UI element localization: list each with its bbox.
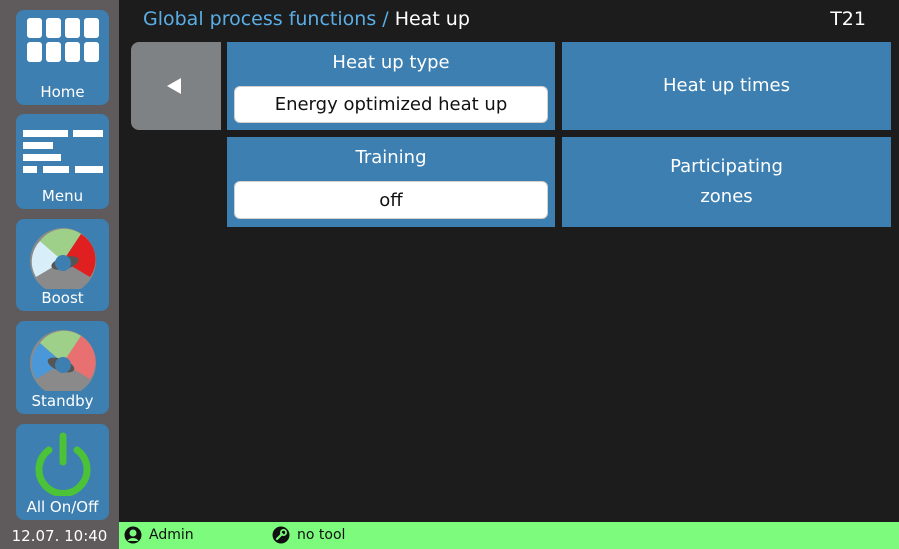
arrow-left-icon	[167, 78, 181, 94]
tile-title: Heat up times	[662, 75, 791, 96]
training-value[interactable]: off	[234, 181, 548, 219]
user-name: Admin	[149, 527, 194, 543]
tile-title-line2: zones	[700, 186, 753, 207]
header: Global process functions / Heat up T21	[119, 0, 899, 38]
sidebar-item-boost[interactable]: Boost	[16, 219, 109, 311]
sidebar-item-label: Boost	[41, 289, 84, 307]
participating-zones-tile[interactable]: Participating zones	[562, 137, 891, 227]
heat-up-type-value[interactable]: Energy optimized heat up	[234, 86, 548, 123]
sidebar-item-label: All On/Off	[26, 498, 99, 516]
menu-icon	[16, 120, 109, 184]
sidebar-item-home[interactable]: Home	[16, 10, 109, 105]
status-bar: 12.07. 10:40 Admin no tool	[0, 522, 899, 549]
standby-gauge-icon	[16, 327, 109, 391]
training-tile[interactable]: Training off	[227, 137, 555, 227]
tool-icon	[272, 526, 290, 544]
sidebar-item-label: Home	[40, 83, 85, 101]
tile-title-line1: Participating	[670, 156, 783, 177]
screen-code: T21	[830, 8, 866, 30]
tool-indicator[interactable]: no tool	[272, 526, 345, 544]
breadcrumb: Global process functions / Heat up	[143, 8, 470, 30]
heat-up-times-tile[interactable]: Heat up times	[562, 42, 891, 130]
tile-title: Heat up type	[332, 52, 450, 73]
sidebar-item-standby[interactable]: Standby	[16, 321, 109, 414]
heat-up-type-tile[interactable]: Heat up type Energy optimized heat up	[227, 42, 555, 130]
back-button[interactable]	[131, 42, 221, 130]
breadcrumb-parent[interactable]: Global process functions /	[143, 8, 389, 30]
page-title: Heat up	[394, 8, 470, 30]
user-icon	[124, 526, 142, 544]
user-indicator[interactable]: Admin	[124, 526, 194, 544]
boost-gauge-icon	[16, 225, 109, 289]
sidebar-item-label: Menu	[41, 187, 84, 205]
tile-title: Training	[355, 147, 427, 168]
grid-icon	[16, 16, 109, 66]
sidebar-item-menu[interactable]: Menu	[16, 114, 109, 209]
sidebar-item-label: Standby	[31, 392, 94, 410]
datetime: 12.07. 10:40	[0, 522, 119, 549]
sidebar-item-all-on-off[interactable]: All On/Off	[16, 424, 109, 520]
sidebar: Home Menu Boost Standby All On/Off	[0, 0, 119, 522]
power-icon	[16, 430, 109, 496]
tool-status: no tool	[297, 527, 346, 543]
